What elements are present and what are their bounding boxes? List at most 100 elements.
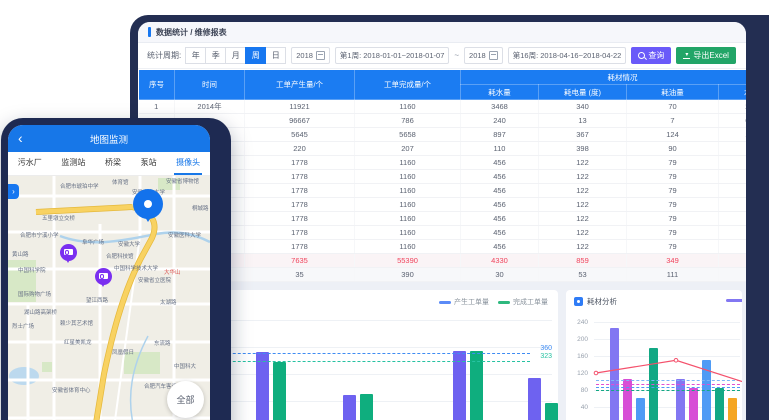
end-week-input[interactable]: 第16周: 2018-04-16~2018-04-22: [508, 47, 627, 64]
map-expander-button[interactable]: ›: [8, 184, 19, 199]
bar-完成工单量-4[interactable]: [545, 403, 558, 420]
map-label: 安徽省体育中心: [52, 386, 91, 394]
camera-marker-pin[interactable]: [60, 244, 77, 261]
camera-icon: [64, 249, 73, 255]
breadcrumb: 数据统计 / 维修报表: [138, 22, 746, 43]
camera-marker-pin[interactable]: [95, 268, 112, 285]
cell-value-1: 786: [355, 114, 461, 128]
phone-tab-泵站[interactable]: 泵站: [139, 152, 159, 175]
bar-完成工单量-2[interactable]: [360, 394, 373, 420]
legend-item: 完成工单量: [498, 297, 548, 307]
cell-value-1: 1160: [355, 240, 461, 254]
bar-产生工单量-4[interactable]: [528, 378, 541, 420]
total-row-value-0: 7635: [245, 254, 355, 268]
map-label: 安徽省博物馆: [166, 177, 199, 185]
start-year-select[interactable]: 2018: [291, 47, 330, 64]
table-subheader-0: 耗水量: [461, 85, 539, 100]
marker-dot: [144, 200, 152, 208]
map-label: 合肥科技馆: [106, 252, 134, 260]
cell-value-4: 79: [627, 156, 719, 170]
map-label: 安徽医科大学: [168, 231, 201, 239]
cell-value-4: 79: [627, 240, 719, 254]
query-button[interactable]: 查询: [631, 47, 671, 64]
cell-value-5: 67: [719, 170, 747, 184]
legend-item: 产生工单量: [439, 297, 489, 307]
period-option-季[interactable]: 季: [205, 47, 226, 64]
cell-value-1: 1160: [355, 226, 461, 240]
export-excel-button[interactable]: ▾ 导出Excel: [676, 47, 736, 64]
bar-产生工单量-2[interactable]: [343, 395, 356, 420]
bar-group1-3[interactable]: [715, 388, 724, 420]
bar-group0-2[interactable]: [636, 398, 645, 420]
back-chevron-icon[interactable]: ‹: [18, 128, 23, 148]
bar-group0-1[interactable]: [623, 379, 632, 420]
map-label: 体育馆: [112, 178, 129, 186]
map-label: 合肥市琥珀中学: [60, 182, 99, 190]
cell-value-0: 1778: [245, 156, 355, 170]
phone-screen: ‹ 地图监测 污水厂监测站桥梁泵站摄像头: [8, 125, 210, 420]
table-row[interactable]: 96667786240137690: [139, 114, 747, 128]
cell-value-3: 122: [539, 170, 627, 184]
cell-value-4: 79: [627, 170, 719, 184]
map-label: 中国科学院: [18, 266, 46, 274]
total-row-value-3: 859: [539, 254, 627, 268]
cell-value-5: 67: [719, 184, 747, 198]
phone-tab-监测站[interactable]: 监测站: [59, 152, 87, 175]
show-all-button[interactable]: 全部: [167, 381, 204, 418]
selected-marker-pin[interactable]: [133, 189, 163, 219]
export-button-label: 导出Excel: [693, 50, 729, 61]
calendar-icon: [316, 51, 325, 60]
start-week-input[interactable]: 第1周: 2018-01-01~2018-01-07: [335, 47, 449, 64]
phone-tab-摄像头[interactable]: 摄像头: [174, 152, 202, 175]
cell-value-1: 1160: [355, 156, 461, 170]
phone-tab-污水厂[interactable]: 污水厂: [16, 152, 44, 175]
map-label: 安徽大学: [118, 240, 140, 248]
map-label: 湖山路高架桥: [24, 308, 57, 316]
table-header-group: 耗材情况: [461, 70, 747, 85]
consumables-chart-card: 耗材分析2402001601208040: [566, 290, 742, 420]
y-axis-tick-240: 240: [568, 319, 588, 326]
cell-value-5: 19: [719, 142, 747, 156]
cell-value-5: 67: [719, 198, 747, 212]
period-segmented-control: 年季月周日: [186, 47, 286, 64]
period-option-月[interactable]: 月: [225, 47, 246, 64]
map-label: 凤凰假日: [112, 348, 134, 356]
cell-value-0: 1778: [245, 240, 355, 254]
period-option-周[interactable]: 周: [245, 47, 266, 64]
bar-完成工单量-1[interactable]: [273, 362, 286, 420]
table-header-col-created: 工单产生量/个: [245, 70, 355, 100]
cell-value-3: 122: [539, 156, 627, 170]
cell-seq: 1: [139, 100, 175, 114]
cell-value-1: 1160: [355, 170, 461, 184]
cell-value-5: 250: [719, 100, 747, 114]
table-row[interactable]: 12014年119211160346834070250: [139, 100, 747, 114]
period-option-年[interactable]: 年: [185, 47, 206, 64]
bar-group1-0[interactable]: [676, 379, 685, 420]
cell-value-0: 1778: [245, 226, 355, 240]
breadcrumb-text: 数据统计 / 维修报表: [156, 27, 227, 38]
cell-value-0: 1778: [245, 212, 355, 226]
cell-value-5: 67: [719, 212, 747, 226]
table-subheader-2: 耗油量: [627, 85, 719, 100]
period-option-日[interactable]: 日: [265, 47, 286, 64]
breadcrumb-accent-bar: [148, 27, 151, 37]
filter-bar: 统计周期: 年季月周日 2018 第1周: 2018-01-01~2018-01…: [138, 43, 746, 69]
table-subheader-1: 耗电量 (度): [539, 85, 627, 100]
cell-value-0: 1778: [245, 184, 355, 198]
legend-label: 完成工单量: [513, 297, 548, 307]
end-year-select[interactable]: 2018: [464, 47, 503, 64]
cell-value-3: 367: [539, 128, 627, 142]
map-view[interactable]: › 全部 合肥市琥珀中学体育馆安徽农业大学安徽省博物馆五里墩立交桥桐城路合肥市宁…: [8, 176, 210, 420]
table-header-col-seq: 序号: [139, 70, 175, 100]
period-label: 统计周期:: [147, 50, 181, 61]
cell-value-0: 220: [245, 142, 355, 156]
reference-line-80: [596, 390, 740, 391]
bar-group1-1[interactable]: [689, 388, 698, 420]
bar-group1-4[interactable]: [728, 398, 737, 420]
chart-icon: [574, 297, 583, 306]
phone-frame: ‹ 地图监测 污水厂监测站桥梁泵站摄像头: [1, 118, 231, 420]
cell-value-3: 13: [539, 114, 627, 128]
phone-tab-桥梁[interactable]: 桥梁: [103, 152, 123, 175]
cell-value-4: 79: [627, 184, 719, 198]
bar-group0-0[interactable]: [610, 328, 619, 420]
